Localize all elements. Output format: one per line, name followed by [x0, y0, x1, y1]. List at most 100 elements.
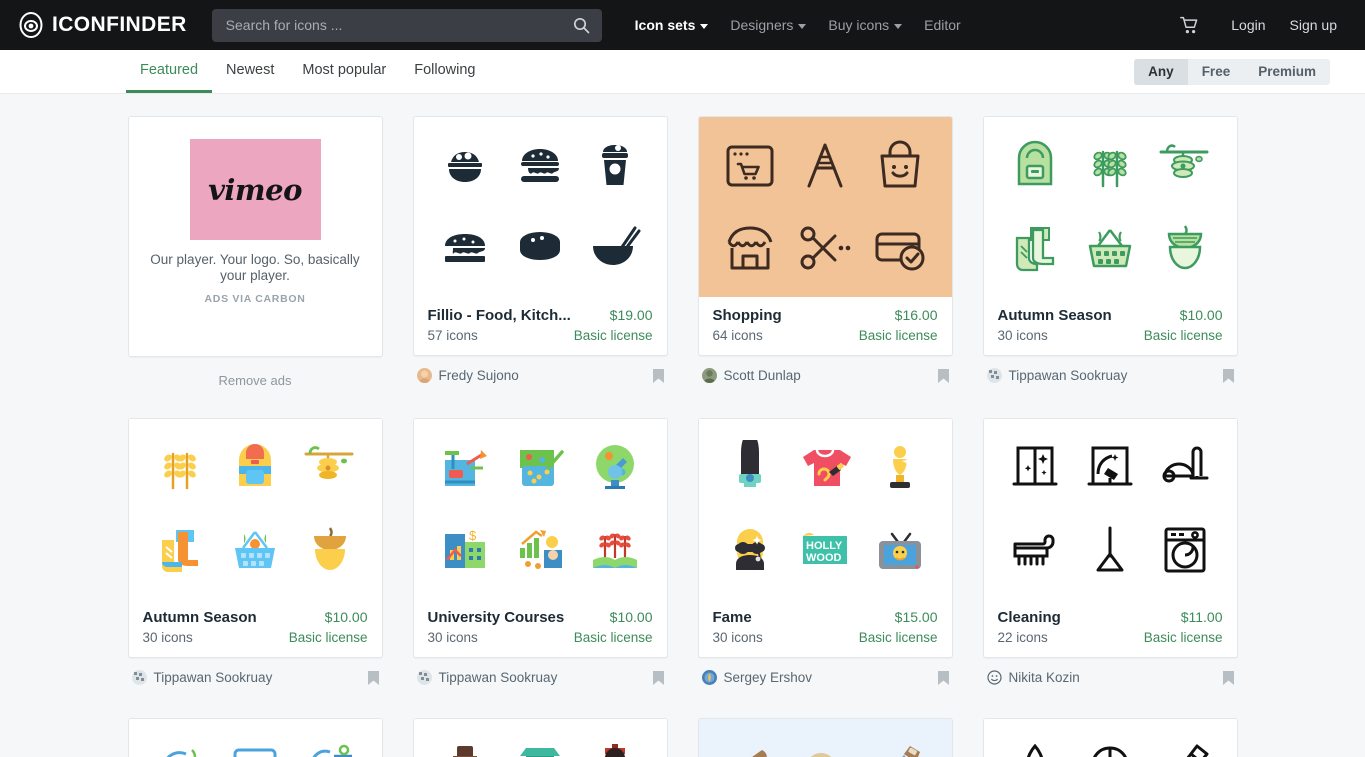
filter-premium[interactable]: Premium — [1244, 59, 1330, 85]
designer-name[interactable]: Nikita Kozin — [1009, 670, 1080, 685]
tab-newest[interactable]: Newest — [212, 50, 288, 93]
set-title: Cleaning — [997, 609, 1061, 626]
bookmark-icon[interactable] — [1222, 368, 1234, 383]
icon-preview-area[interactable]: HOLLY WOOD — [698, 419, 952, 599]
nav-item-buy-icons[interactable]: Buy icons — [817, 0, 913, 50]
salad-bowl-icon — [437, 138, 493, 194]
avatar[interactable] — [701, 368, 717, 383]
avatar[interactable] — [701, 670, 717, 685]
icon-preview-area[interactable] — [983, 719, 1237, 757]
set-price: $10.00 — [324, 609, 368, 625]
tab-featured[interactable]: Featured — [126, 50, 213, 93]
chevron-down-icon — [798, 23, 807, 29]
avatar[interactable] — [131, 670, 147, 685]
icon-set-card[interactable] — [982, 718, 1238, 757]
bookmark-icon[interactable] — [652, 670, 664, 685]
signup-link[interactable]: Sign up — [1278, 17, 1349, 33]
set-price: $16.00 — [894, 307, 938, 323]
icon-set-card[interactable]: Autumn Season $10.00 30 icons Basic lice… — [127, 418, 383, 688]
set-title: Autumn Season — [142, 609, 257, 626]
set-license: Basic license — [858, 328, 938, 343]
tab-most-popular[interactable]: Most popular — [288, 50, 400, 93]
clean-window-icon — [1007, 440, 1063, 496]
harvest-basket-icon — [1082, 220, 1138, 276]
tab-list: Featured Newest Most popular Following — [126, 50, 489, 93]
site-logo[interactable]: ICONFINDER — [18, 12, 187, 38]
cookie-icon — [512, 220, 568, 276]
set-license: Basic license — [573, 328, 653, 343]
designer-name[interactable]: Sergey Ershov — [724, 670, 813, 685]
nav-item-icon-sets[interactable]: Icon sets — [624, 0, 720, 50]
biology-globe-icon — [587, 440, 643, 496]
television-icon — [872, 522, 928, 578]
search-input[interactable] — [225, 17, 573, 33]
card-footer: Fredy Sujono — [413, 356, 668, 386]
filter-any[interactable]: Any — [1134, 58, 1188, 85]
beehive-icon — [1157, 138, 1213, 194]
vacuum-cleaner-icon — [1157, 440, 1213, 496]
shopping-cart-icon[interactable] — [1180, 16, 1199, 35]
icon-set-card[interactable]: $ University Courses $10.00 30 icons Bas… — [412, 418, 668, 688]
avatar[interactable] — [416, 670, 432, 685]
icon-preview-area[interactable] — [413, 719, 667, 757]
avatar[interactable] — [986, 368, 1002, 383]
icon-set-card[interactable]: Fillio - Food, Kitch... $19.00 57 icons … — [412, 116, 668, 388]
harvest-basket-icon — [227, 522, 283, 578]
icon-preview-area[interactable]: $ — [413, 419, 667, 599]
set-icon-count: 64 icons — [712, 328, 763, 343]
icon-set-card[interactable]: Shopping $16.00 64 icons Basic license S… — [697, 116, 953, 388]
set-icon-count: 22 icons — [997, 630, 1048, 645]
icon-set-card[interactable]: HOLLY WOOD Fame $15.00 30 icons Basic lic… — [697, 418, 953, 688]
celebrity-face-icon — [722, 522, 778, 578]
nav-item-editor[interactable]: Editor — [913, 0, 972, 50]
filter-free[interactable]: Free — [1188, 59, 1245, 85]
bookmark-icon[interactable] — [367, 670, 379, 685]
ad-brand-image[interactable]: vimeo — [189, 139, 321, 240]
wheat-icon — [1082, 138, 1138, 194]
login-link[interactable]: Login — [1219, 17, 1277, 33]
advertisement-card[interactable]: vimeo Our player. Your logo. So, basical… — [127, 116, 383, 388]
icon-set-card[interactable] — [412, 718, 668, 757]
art-class-icon — [512, 440, 568, 496]
bookmark-icon[interactable] — [1222, 670, 1234, 685]
icon-set-card[interactable]: Cleaning $11.00 22 icons Basic license N… — [982, 418, 1238, 688]
remove-ads-link[interactable]: Remove ads — [128, 357, 383, 388]
bookmark-icon[interactable] — [937, 368, 949, 383]
designer-name[interactable]: Scott Dunlap — [724, 368, 801, 383]
icon-preview-area[interactable] — [983, 419, 1237, 599]
tab-following[interactable]: Following — [400, 50, 489, 93]
avatar[interactable] — [416, 368, 432, 383]
icon-preview-area[interactable] — [698, 719, 952, 757]
icon-preview-area[interactable] — [128, 719, 382, 757]
nav-item-designers[interactable]: Designers — [719, 0, 817, 50]
svg-text:$: $ — [469, 528, 477, 543]
icon-set-card[interactable] — [127, 718, 383, 757]
icon-set-card[interactable]: Autumn Season $10.00 30 icons Basic lice… — [982, 116, 1238, 388]
designer-name[interactable]: Tippawan Sookruay — [154, 670, 273, 685]
helmet-icon — [1082, 740, 1138, 757]
designer-name[interactable]: Tippawan Sookruay — [439, 670, 558, 685]
set-title: Fame — [712, 609, 752, 626]
engineering-icon — [437, 440, 493, 496]
bookmark-icon[interactable] — [937, 670, 949, 685]
browser-cart-icon — [722, 138, 778, 194]
icon-preview-area[interactable] — [983, 117, 1237, 297]
designer-name[interactable]: Tippawan Sookruay — [1009, 368, 1128, 383]
designer-name[interactable]: Fredy Sujono — [439, 368, 519, 383]
scissors-icon — [797, 220, 853, 276]
chevron-down-icon — [894, 23, 903, 29]
icon-preview-area[interactable] — [413, 117, 667, 297]
search-icon[interactable] — [573, 17, 590, 34]
microphone-icon — [722, 440, 778, 496]
pagoda-icon — [512, 740, 568, 757]
icon-set-card[interactable] — [697, 718, 953, 757]
icon-preview-area[interactable] — [698, 117, 952, 297]
iconfinder-eye-logo-icon — [18, 12, 44, 38]
sign-board-icon — [797, 138, 853, 194]
search-bar[interactable] — [211, 8, 602, 42]
top-header: ICONFINDER Icon sets Designers Buy icons… — [0, 0, 1365, 50]
ad-brand-wordmark: vimeo — [208, 172, 302, 207]
icon-preview-area[interactable] — [128, 419, 382, 599]
avatar[interactable] — [986, 670, 1002, 685]
bookmark-icon[interactable] — [652, 368, 664, 383]
